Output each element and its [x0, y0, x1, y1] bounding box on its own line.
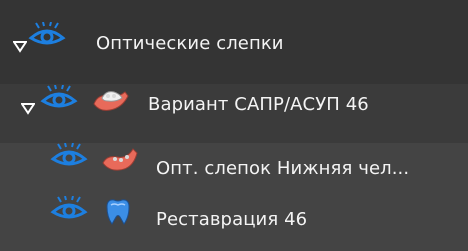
tree-item-cad-variant[interactable]: Вариант САПР/АСУП 46: [0, 84, 468, 143]
chevron-down-icon[interactable]: [20, 100, 36, 115]
eye-icon[interactable]: [28, 21, 66, 48]
tree-item-label: Опт. слепок Нижняя чел...: [156, 158, 410, 179]
jaw-model-icon: [92, 86, 130, 116]
eye-icon[interactable]: [40, 84, 78, 111]
tree-item-restoration[interactable]: Реставрация 46: [0, 193, 468, 251]
tree-item-label: Вариант САПР/АСУП 46: [148, 94, 369, 115]
tooth-restoration-icon: [104, 197, 132, 227]
tree-item-lower-jaw-scan[interactable]: Опт. слепок Нижняя чел...: [0, 142, 468, 193]
scan-tree-panel: Оптические слепки Вариант САПР/АСУП 46 О…: [0, 0, 468, 251]
tree-item-optical-scans[interactable]: Оптические слепки: [0, 0, 468, 84]
eye-icon[interactable]: [50, 195, 88, 222]
tree-item-label: Оптические слепки: [96, 33, 284, 54]
lower-jaw-scan-icon: [101, 143, 139, 175]
tree-item-label: Реставрация 46: [156, 209, 308, 230]
chevron-down-icon[interactable]: [12, 38, 28, 53]
eye-icon[interactable]: [50, 142, 88, 169]
